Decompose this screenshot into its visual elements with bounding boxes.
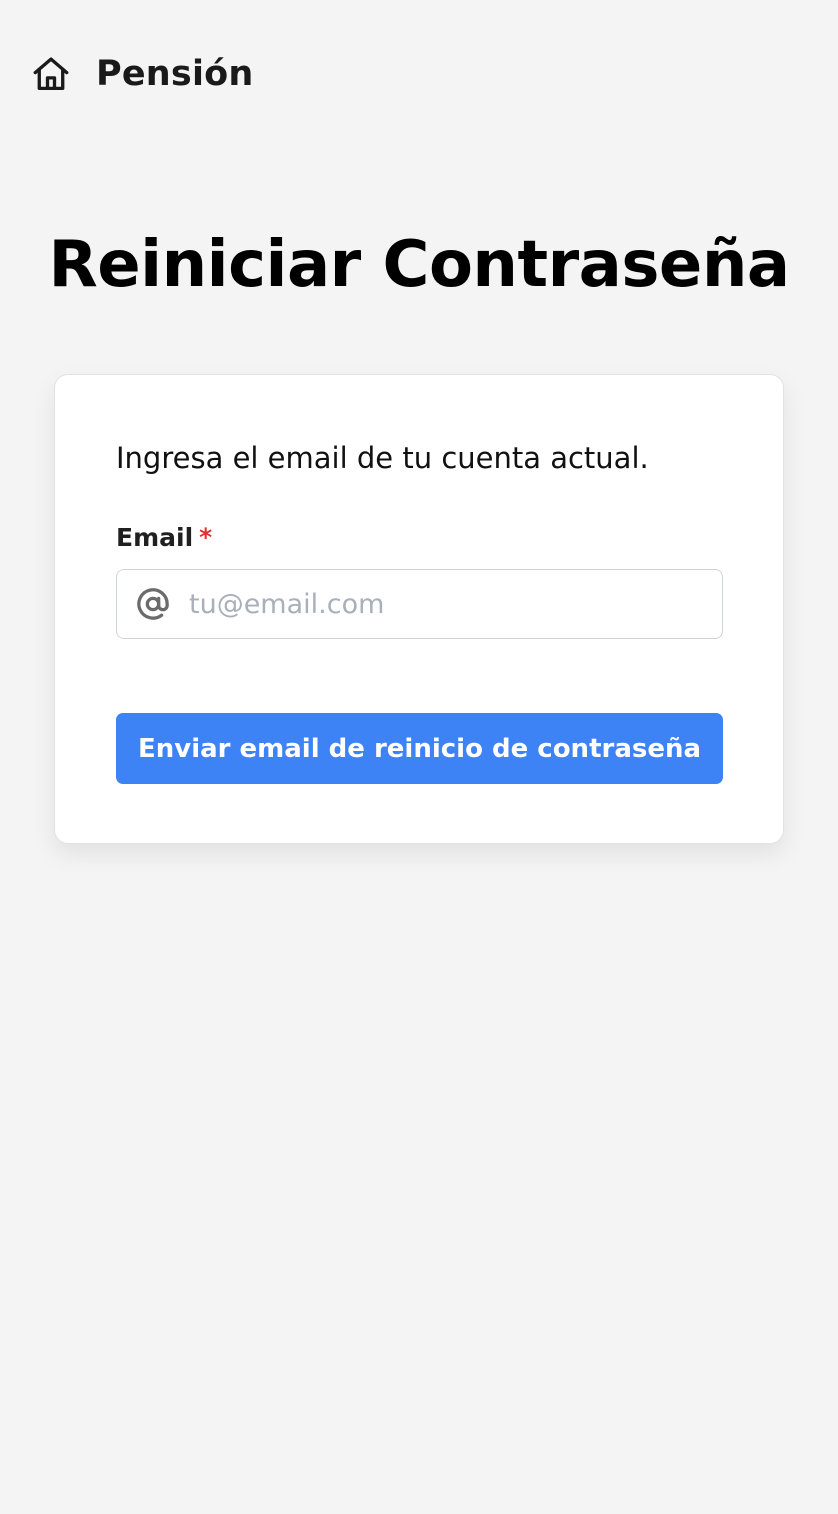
required-asterisk: *	[199, 523, 213, 552]
top-nav: Pensión	[30, 48, 254, 100]
home-link[interactable]: Pensión	[30, 53, 254, 95]
page-title: Reiniciar Contraseña	[48, 228, 790, 302]
reset-password-card: Ingresa el email de tu cuenta actual. Em…	[54, 374, 784, 844]
email-label: Email *	[116, 523, 212, 552]
instructions-text: Ingresa el email de tu cuenta actual.	[116, 441, 649, 475]
at-icon	[135, 586, 171, 622]
send-reset-email-button[interactable]: Enviar email de reinicio de contraseña	[116, 713, 723, 784]
brand-name: Pensión	[96, 54, 254, 94]
home-icon	[30, 53, 72, 95]
email-label-text: Email	[116, 523, 194, 552]
email-field[interactable]	[189, 574, 709, 634]
email-input-wrapper[interactable]	[116, 569, 723, 639]
